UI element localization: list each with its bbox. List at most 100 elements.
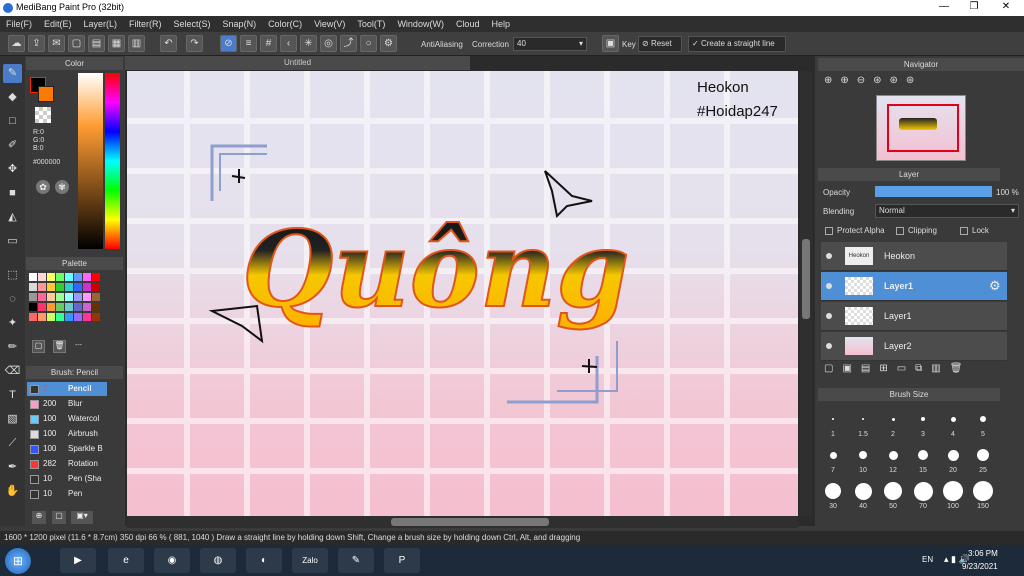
- select-pen-tool-icon[interactable]: ✏: [3, 338, 22, 357]
- chrome-app-icon[interactable]: ◐: [246, 548, 282, 573]
- palette-swatch[interactable]: [38, 313, 46, 321]
- brush-row[interactable]: 7 Pencil: [27, 382, 107, 396]
- redo-icon[interactable]: ↷: [186, 35, 203, 52]
- canvas-tab[interactable]: Untitled: [125, 56, 470, 70]
- eyedropper-tool-icon[interactable]: ⟋: [3, 434, 22, 453]
- secondary-color-swatch[interactable]: [38, 86, 54, 102]
- snap-settings-icon[interactable]: ⚙: [380, 35, 397, 52]
- menu-tool[interactable]: Tool(T): [357, 19, 385, 29]
- palette-swatch[interactable]: [38, 273, 46, 281]
- clock-time[interactable]: 3:06 PM: [968, 549, 998, 558]
- palette-swatch[interactable]: [65, 283, 73, 291]
- layer-action-buttons[interactable]: ▢▣▤⊞▭⧉▥🗑: [824, 363, 971, 374]
- brush-size-dot[interactable]: [859, 451, 867, 459]
- palette-swatch[interactable]: [47, 293, 55, 301]
- opacity-slider[interactable]: [875, 186, 992, 197]
- palette-swatch[interactable]: [38, 293, 46, 301]
- hue-slider[interactable]: [105, 73, 120, 249]
- brush-size-dot[interactable]: [829, 451, 837, 459]
- brush-row[interactable]: 100 Airbrush: [27, 427, 107, 441]
- menu-filter[interactable]: Filter(R): [129, 19, 162, 29]
- save-icon[interactable]: ▤: [88, 35, 105, 52]
- palette-swatch[interactable]: [74, 293, 82, 301]
- layer-row[interactable]: Heokon Heokon: [821, 242, 1007, 271]
- canvas-hscroll[interactable]: [127, 516, 798, 528]
- palette-swatch[interactable]: [29, 293, 37, 301]
- close-button[interactable]: ✕: [992, 0, 1020, 15]
- magic-wand-tool-icon[interactable]: ✦: [3, 314, 22, 333]
- brush-size-dot[interactable]: [888, 450, 898, 460]
- palette-swatch[interactable]: [83, 283, 91, 291]
- menu-select[interactable]: Select(S): [174, 19, 211, 29]
- snap-off-icon[interactable]: ⊘: [220, 35, 237, 52]
- brush-row[interactable]: 100 Watercol: [27, 412, 107, 426]
- palette-swatch[interactable]: [74, 313, 82, 321]
- brush-size-dot[interactable]: [973, 481, 993, 501]
- menu-view[interactable]: View(V): [314, 19, 345, 29]
- brush-size-dot[interactable]: [854, 482, 872, 500]
- layer-row[interactable]: Layer2: [821, 332, 1007, 361]
- brush-size-dot[interactable]: [884, 482, 902, 500]
- palette-swatch[interactable]: [47, 273, 55, 281]
- divide-tool-icon[interactable]: ▧: [3, 410, 22, 429]
- circle-snap-icon[interactable]: ◎: [320, 35, 337, 52]
- add-brush-icon[interactable]: ⊕: [32, 511, 46, 524]
- palette-swatch[interactable]: [47, 313, 55, 321]
- palette-swatch[interactable]: [56, 293, 64, 301]
- cross-snap-icon[interactable]: #: [260, 35, 277, 52]
- language-indicator[interactable]: EN: [922, 555, 933, 564]
- minimize-button[interactable]: —: [930, 0, 958, 15]
- drawing-canvas[interactable]: Quông Heokon #Hoidap247: [127, 71, 798, 516]
- brush-size-dot[interactable]: [832, 418, 834, 420]
- vanish-snap-icon[interactable]: ‹: [280, 35, 297, 52]
- cloud-icon[interactable]: ☁: [8, 35, 25, 52]
- palette-swatch[interactable]: [92, 303, 100, 311]
- brush-size-dot[interactable]: [921, 417, 925, 421]
- canvas-vscroll-thumb[interactable]: [802, 239, 810, 319]
- palette-swatch[interactable]: [65, 293, 73, 301]
- palette-swatch[interactable]: [74, 273, 82, 281]
- chrome-icon[interactable]: ◍: [200, 548, 236, 573]
- palette-swatch[interactable]: [83, 313, 91, 321]
- menu-cloud[interactable]: Cloud: [456, 19, 480, 29]
- palette-swatch[interactable]: [56, 273, 64, 281]
- brush-size-dot[interactable]: [891, 417, 895, 421]
- palette-swatch[interactable]: [65, 313, 73, 321]
- upload-icon[interactable]: ⇪: [28, 35, 45, 52]
- coccoc-browser-icon[interactable]: ◉: [154, 548, 190, 573]
- layer-visibility-icon[interactable]: [826, 313, 832, 319]
- brush-size-dot[interactable]: [862, 418, 864, 420]
- brush-menu-icon[interactable]: ▣▾: [71, 511, 93, 524]
- navigator-zoom-buttons[interactable]: ⊕⊕⊖⊛⊛⊛: [824, 75, 922, 86]
- palette-swatch[interactable]: [29, 283, 37, 291]
- layer-row[interactable]: Layer1: [821, 302, 1007, 331]
- menu-help[interactable]: Help: [491, 19, 510, 29]
- brush-file-icon[interactable]: ▢: [52, 511, 66, 524]
- start-button-icon[interactable]: ⊞: [5, 548, 31, 574]
- zalo-icon[interactable]: Zalo: [292, 548, 328, 573]
- text-tool-icon[interactable]: T: [3, 386, 22, 405]
- hand-tool-icon[interactable]: ✋: [3, 482, 22, 501]
- canvas-vscroll[interactable]: [800, 71, 812, 516]
- menu-snap[interactable]: Snap(N): [223, 19, 257, 29]
- delete-palette-color-icon[interactable]: 🗑: [53, 340, 66, 353]
- undo-icon[interactable]: ↶: [160, 35, 177, 52]
- menu-edit[interactable]: Edit(E): [44, 19, 72, 29]
- lasso-tool-icon[interactable]: ◌: [3, 290, 22, 309]
- palette-swatch[interactable]: [83, 303, 91, 311]
- radial-snap-icon[interactable]: ✳: [300, 35, 317, 52]
- brush-tool-icon[interactable]: ✎: [3, 64, 22, 83]
- palette-swatch[interactable]: [83, 293, 91, 301]
- brush-size-dot[interactable]: [947, 449, 959, 461]
- brush-row[interactable]: 10 Pen (Sha: [27, 472, 107, 486]
- brush-settings-icon[interactable]: ▣: [602, 35, 619, 52]
- eraser-tool-icon[interactable]: ◆: [3, 88, 22, 107]
- grid-icon[interactable]: ▦: [108, 35, 125, 52]
- brush-size-dot[interactable]: [913, 481, 933, 501]
- clock-date[interactable]: 9/23/2021: [962, 562, 998, 571]
- dot-tool-icon[interactable]: ✐: [3, 136, 22, 155]
- layer-row[interactable]: Layer1 ⚙: [821, 272, 1007, 301]
- medibang-icon[interactable]: ✎: [338, 548, 374, 573]
- brush-size-dot[interactable]: [950, 416, 956, 422]
- color-sv-picker[interactable]: [78, 73, 103, 249]
